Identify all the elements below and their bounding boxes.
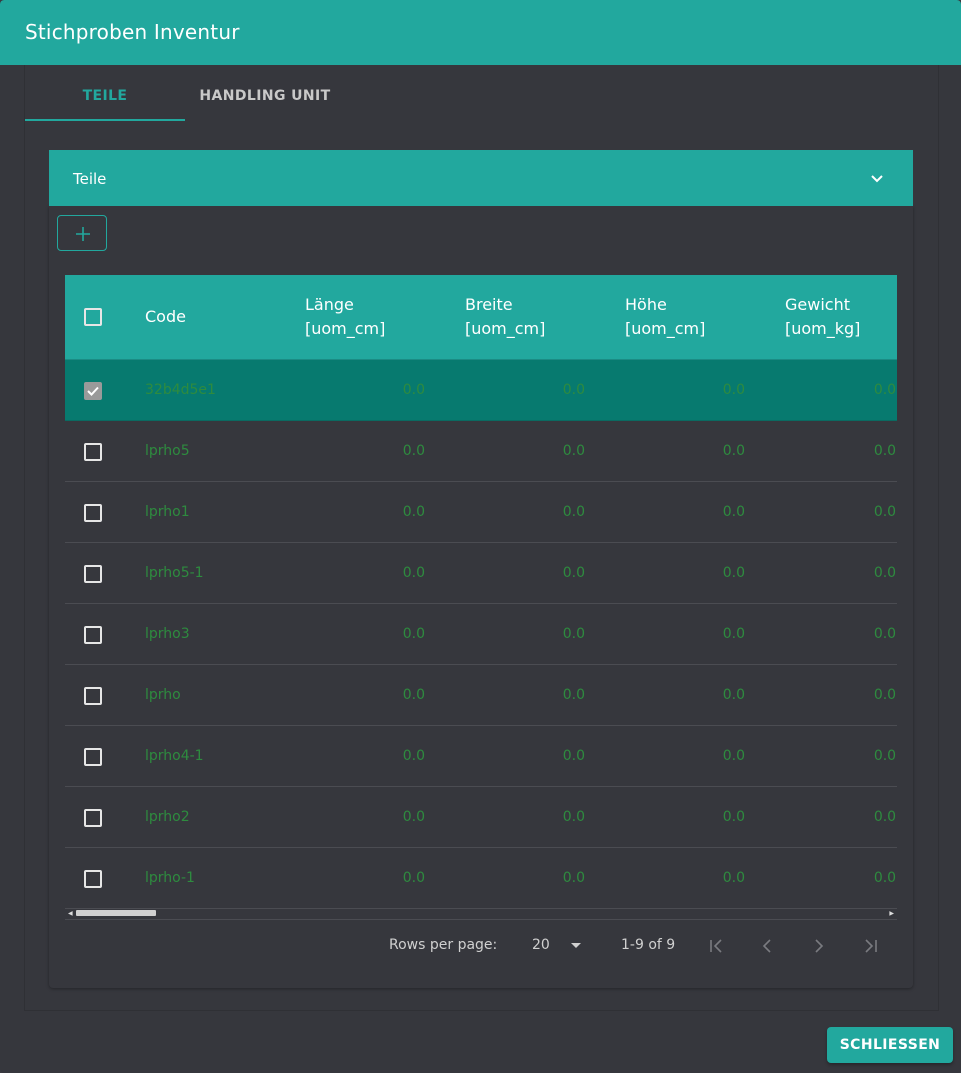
cell-gewicht: 0.00 bbox=[873, 870, 897, 886]
cell-code: 32b4d5e1 bbox=[145, 382, 216, 398]
table-row[interactable]: lprho4-1 0.0 0.0 0.0 0.00 bbox=[65, 726, 897, 787]
cell-laenge: 0.0 bbox=[402, 565, 425, 581]
plus-icon bbox=[76, 227, 90, 241]
column-header-code[interactable]: Code bbox=[145, 305, 186, 329]
cell-gewicht: 0.00 bbox=[873, 748, 897, 764]
divider bbox=[65, 919, 897, 920]
table-row[interactable]: 32b4d5e1 0.0 0.0 0.0 0.00 bbox=[65, 360, 897, 421]
cell-gewicht: 0.00 bbox=[873, 382, 897, 398]
cell-breite: 0.0 bbox=[562, 870, 585, 886]
cell-hoehe: 0.0 bbox=[722, 870, 745, 886]
cell-code: lprho5-1 bbox=[145, 565, 204, 581]
cell-breite: 0.0 bbox=[562, 809, 585, 825]
table-header: Code Länge [uom_cm] Breite [uom_cm] Höhe… bbox=[65, 275, 897, 360]
cell-hoehe: 0.0 bbox=[722, 443, 745, 459]
cell-breite: 0.0 bbox=[562, 443, 585, 459]
cell-breite: 0.0 bbox=[562, 748, 585, 764]
cell-code: lprho1 bbox=[145, 504, 190, 520]
cell-laenge: 0.0 bbox=[402, 382, 425, 398]
last-page-icon[interactable] bbox=[861, 936, 881, 956]
row-checkbox[interactable] bbox=[84, 382, 102, 400]
row-checkbox[interactable] bbox=[84, 565, 102, 583]
cell-laenge: 0.0 bbox=[402, 870, 425, 886]
cell-breite: 0.0 bbox=[562, 687, 585, 703]
cell-code: lprho4-1 bbox=[145, 748, 204, 764]
cell-code: lprho2 bbox=[145, 809, 190, 825]
add-button[interactable] bbox=[57, 215, 107, 251]
row-checkbox[interactable] bbox=[84, 748, 102, 766]
cell-breite: 0.0 bbox=[562, 382, 585, 398]
row-checkbox[interactable] bbox=[84, 443, 102, 461]
rows-per-page-label: Rows per page: bbox=[389, 937, 498, 953]
cell-breite: 0.0 bbox=[562, 565, 585, 581]
table-row[interactable]: lprho3 0.0 0.0 0.0 0.00 bbox=[65, 604, 897, 665]
cell-hoehe: 0.0 bbox=[722, 809, 745, 825]
cell-hoehe: 0.0 bbox=[722, 565, 745, 581]
cell-hoehe: 0.0 bbox=[722, 687, 745, 703]
first-page-icon[interactable] bbox=[706, 936, 726, 956]
dialog: Stichproben Inventur TEILE HANDLING UNIT… bbox=[0, 0, 961, 1073]
previous-page-icon[interactable] bbox=[757, 936, 777, 956]
tab-handling-unit[interactable]: HANDLING UNIT bbox=[185, 88, 345, 121]
check-icon bbox=[87, 386, 99, 396]
column-header-breite[interactable]: Breite [uom_cm] bbox=[465, 293, 545, 341]
chevron-down-icon bbox=[871, 175, 883, 183]
cell-hoehe: 0.0 bbox=[722, 382, 745, 398]
next-page-icon[interactable] bbox=[809, 936, 829, 956]
rows-per-page-value: 20 bbox=[532, 937, 550, 953]
row-checkbox[interactable] bbox=[84, 870, 102, 888]
cell-laenge: 0.0 bbox=[402, 504, 425, 520]
pagination-range: 1-9 of 9 bbox=[621, 937, 676, 953]
table-row[interactable]: lprho1 0.0 0.0 0.0 0.00 bbox=[65, 482, 897, 543]
cell-code: lprho5 bbox=[145, 443, 190, 459]
table-row[interactable]: lprho-1 0.0 0.0 0.0 0.00 bbox=[65, 848, 897, 909]
close-button[interactable]: SCHLIESSEN bbox=[827, 1027, 953, 1063]
dialog-title: Stichproben Inventur bbox=[25, 20, 240, 44]
table-row[interactable]: lprho5-1 0.0 0.0 0.0 0.00 bbox=[65, 543, 897, 604]
row-checkbox[interactable] bbox=[84, 687, 102, 705]
cell-breite: 0.0 bbox=[562, 626, 585, 642]
scroll-right-arrow-icon[interactable]: ▶ bbox=[889, 910, 894, 917]
panel-header-teile[interactable]: Teile bbox=[49, 150, 913, 206]
column-header-gewicht[interactable]: Gewicht [uom_kg] bbox=[785, 293, 860, 341]
cell-code: lprho bbox=[145, 687, 181, 703]
horizontal-scrollbar[interactable]: ◀ ▶ bbox=[65, 909, 897, 919]
tab-teile[interactable]: TEILE bbox=[25, 88, 185, 121]
cell-gewicht: 0.00 bbox=[873, 504, 897, 520]
cell-gewicht: 0.00 bbox=[873, 565, 897, 581]
cell-hoehe: 0.0 bbox=[722, 748, 745, 764]
cell-laenge: 0.0 bbox=[402, 443, 425, 459]
cell-hoehe: 0.0 bbox=[722, 504, 745, 520]
cell-laenge: 0.0 bbox=[402, 748, 425, 764]
cell-code: lprho-1 bbox=[145, 870, 195, 886]
scroll-left-arrow-icon[interactable]: ◀ bbox=[68, 910, 73, 917]
table-row[interactable]: lprho 0.0 0.0 0.0 0.00 bbox=[65, 665, 897, 726]
cell-gewicht: 0.00 bbox=[873, 443, 897, 459]
cell-laenge: 0.0 bbox=[402, 626, 425, 642]
dropdown-caret-icon[interactable] bbox=[571, 943, 581, 948]
cell-code: lprho3 bbox=[145, 626, 190, 642]
table-row[interactable]: lprho5 0.0 0.0 0.0 0.00 bbox=[65, 421, 897, 482]
cell-hoehe: 0.0 bbox=[722, 626, 745, 642]
table-row[interactable]: lprho2 0.0 0.0 0.0 0.00 bbox=[65, 787, 897, 848]
cell-breite: 0.0 bbox=[562, 504, 585, 520]
cell-laenge: 0.0 bbox=[402, 687, 425, 703]
dialog-header: Stichproben Inventur bbox=[0, 0, 961, 65]
column-header-laenge[interactable]: Länge [uom_cm] bbox=[305, 293, 385, 341]
row-checkbox[interactable] bbox=[84, 504, 102, 522]
cell-gewicht: 0.00 bbox=[873, 626, 897, 642]
column-header-hoehe[interactable]: Höhe [uom_cm] bbox=[625, 293, 705, 341]
row-checkbox[interactable] bbox=[84, 809, 102, 827]
panel-title: Teile bbox=[73, 170, 107, 188]
parts-table: Code Länge [uom_cm] Breite [uom_cm] Höhe… bbox=[65, 275, 897, 909]
cell-gewicht: 0.00 bbox=[873, 687, 897, 703]
select-all-checkbox[interactable] bbox=[84, 308, 102, 326]
row-checkbox[interactable] bbox=[84, 626, 102, 644]
cell-gewicht: 0.00 bbox=[873, 809, 897, 825]
cell-laenge: 0.0 bbox=[402, 809, 425, 825]
scrollbar-thumb[interactable] bbox=[76, 910, 156, 916]
